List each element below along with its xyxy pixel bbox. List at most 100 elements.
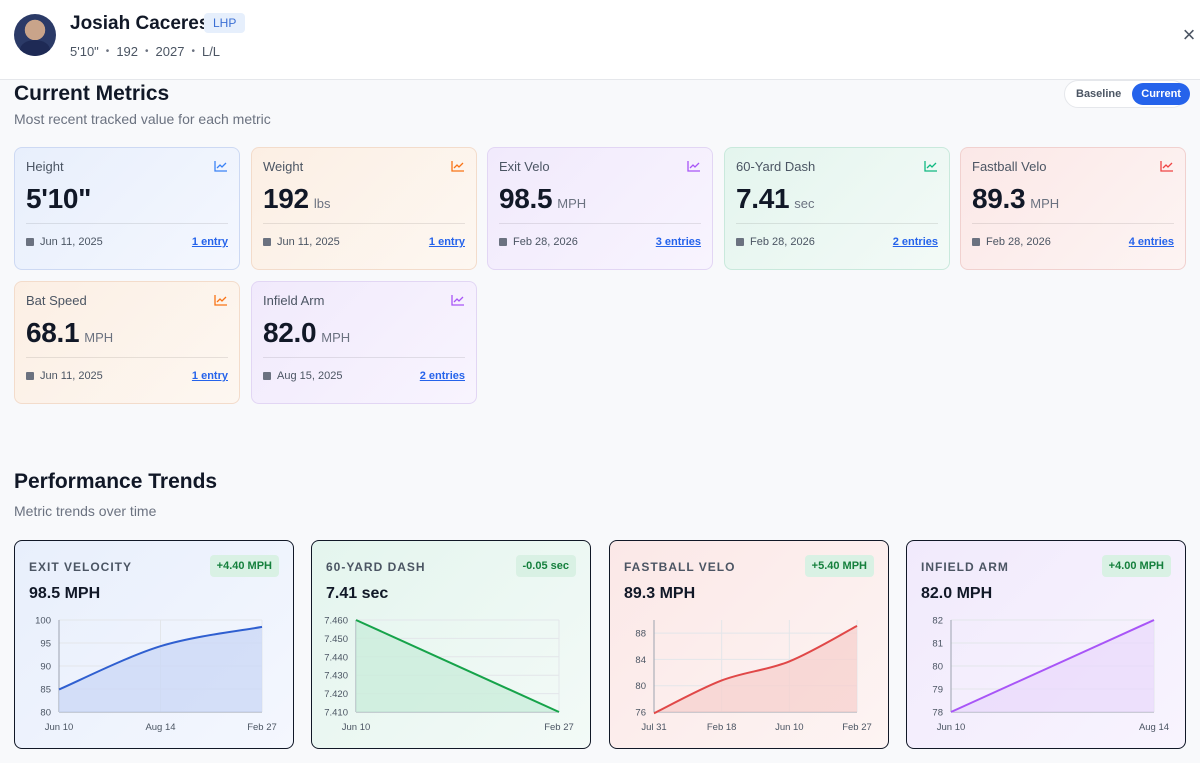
y-tick-label: 7.440 [324,652,348,663]
metric-card-height: Height 5'10" Jun 11, 2025 1 entry [14,147,240,270]
metric-date: Jun 11, 2025 [40,236,103,248]
trend-chart-icon[interactable] [451,160,465,172]
metric-unit: MPH [557,196,587,211]
player-name: Josiah Caceres [70,13,210,34]
metric-entries-link[interactable]: 1 entry [192,236,228,248]
x-tick-label: Feb 18 [707,722,737,733]
trend-chart-icon[interactable] [214,160,228,172]
x-tick-label: Jun 10 [342,722,371,733]
metric-date-group: Feb 28, 2026 [972,236,1051,248]
current-metrics-subtitle: Most recent tracked value for each metri… [14,111,271,127]
performance-trends-subtitle: Metric trends over time [14,503,157,519]
metric-entries-link[interactable]: 1 entry [429,236,465,248]
metric-card-infield-arm: Infield Arm 82.0 MPH Aug 15, 2025 2 entries [251,281,477,404]
trend-card-fastball-velo: FASTBALL VELO +5.40 MPH 89.3 MPH 76 80 84 88 Ju… [609,540,889,749]
y-tick-label: 100 [35,616,51,627]
metric-entries-link[interactable]: 2 entries [893,236,938,248]
x-tick-label: Jun 10 [45,722,74,733]
metric-unit: MPH [321,330,351,345]
trend-chart-icon[interactable] [687,160,701,172]
y-tick-label: 7.430 [324,671,348,682]
calendar-icon [26,372,34,380]
y-tick-label: 80 [40,708,51,719]
performance-trends-title: Performance Trends [14,470,218,493]
trend-chart-icon[interactable] [1160,160,1174,172]
y-tick-label: 82 [932,616,943,627]
metric-card-exit-velo: Exit Velo 98.5 MPH Feb 28, 2026 3 entries [487,147,713,270]
trend-title: FASTBALL VELO [624,560,736,574]
metric-date-group: Feb 28, 2026 [499,236,578,248]
y-tick-label: 7.420 [324,689,348,700]
current-metrics-title: Current Metrics [14,82,170,105]
metric-date: Aug 15, 2025 [277,370,343,382]
x-tick-label: Jun 10 [775,722,804,733]
metric-unit: lbs [313,196,331,211]
player-avatar [14,14,56,56]
metric-value-group: 7.41 sec [736,183,815,215]
trend-delta-badge: +4.00 MPH [1101,555,1171,577]
trend-chart-icon[interactable] [924,160,938,172]
current-toggle-button[interactable]: Current [1132,83,1190,105]
metric-entries-link[interactable]: 2 entries [420,370,465,382]
player-height: 5'10" [70,44,99,59]
trend-current-value: 98.5 MPH [29,585,101,602]
trend-current-value: 82.0 MPH [921,585,993,602]
y-tick-label: 78 [932,708,943,719]
metric-label: Height [26,159,64,174]
trend-card-infield-arm: INFIELD ARM +4.00 MPH 82.0 MPH 78 79 80 81 82 Ju… [906,540,1186,749]
y-tick-label: 81 [932,639,943,650]
calendar-icon [972,238,980,246]
metric-value-group: 192 lbs [263,183,330,215]
trend-chart-icon[interactable] [451,294,465,306]
metric-entries-link[interactable]: 1 entry [192,370,228,382]
close-icon[interactable]: × [1180,24,1198,46]
x-tick-label: Aug 14 [1139,722,1169,733]
metric-card-bat-speed: Bat Speed 68.1 MPH Jun 11, 2025 1 entry [14,281,240,404]
y-tick-label: 85 [40,685,51,696]
trend-delta-badge: -0.05 sec [515,555,576,577]
metric-value: 68.1 [26,317,80,348]
player-weight: 192 [116,44,139,59]
calendar-icon [26,238,34,246]
metric-date: Feb 28, 2026 [750,236,815,248]
y-tick-label: 84 [635,655,646,666]
trend-current-value: 89.3 MPH [624,585,696,602]
trend-chart-exit-velocity: 80 85 90 95 100 Jun 10 Aug 14 Feb 27 [35,616,277,734]
divider [26,357,228,358]
trend-chart-fastball-velo: 76 80 84 88 Jul 31 Feb 18 Jun 10 Feb 27 [635,620,872,733]
divider [972,223,1174,224]
calendar-icon [499,238,507,246]
trend-chart-icon[interactable] [214,294,228,306]
y-tick-label: 79 [932,685,943,696]
metric-date: Feb 28, 2026 [513,236,578,248]
divider [263,357,465,358]
divider [26,223,228,224]
trend-chart-60-yard-dash: 7.410 7.420 7.430 7.440 7.450 7.460 Jun 10 Feb … [324,616,574,734]
metric-entries-link[interactable]: 4 entries [1129,236,1174,248]
separator-dot: • [105,46,110,57]
divider [263,223,465,224]
baseline-toggle-button[interactable]: Baseline [1067,83,1130,105]
metric-label: Fastball Velo [972,159,1047,174]
metric-value: 82.0 [263,317,317,348]
metric-value: 192 [263,183,309,214]
metric-label: Exit Velo [499,159,550,174]
y-tick-label: 7.410 [324,708,348,719]
trend-title: 60-YARD DASH [326,560,426,574]
metric-value-group: 5'10" [26,183,96,215]
separator-dot: • [145,46,149,57]
metric-value-group: 98.5 MPH [499,183,586,215]
trend-title: EXIT VELOCITY [29,560,133,574]
player-header: Josiah Caceres LHP 5'10" • 192 • 2027 • … [0,0,1200,80]
y-tick-label: 90 [40,662,51,673]
x-tick-label: Feb 27 [842,722,872,733]
metric-value: 7.41 [736,183,790,214]
trend-title: INFIELD ARM [921,560,1009,574]
trend-card-60-yard-dash: 60-YARD DASH -0.05 sec 7.41 sec 7.410 7.420 7… [311,540,591,749]
trend-card-exit-velocity: EXIT VELOCITY +4.40 MPH 98.5 MPH 80 85 90 95 10… [14,540,294,749]
separator-dot: • [191,46,195,57]
metric-entries-link[interactable]: 3 entries [656,236,701,248]
metric-card-fastball-velo: Fastball Velo 89.3 MPH Feb 28, 2026 4 entrie… [960,147,1186,270]
trend-delta-badge: +4.40 MPH [209,555,279,577]
metric-date-group: Jun 11, 2025 [26,370,103,382]
